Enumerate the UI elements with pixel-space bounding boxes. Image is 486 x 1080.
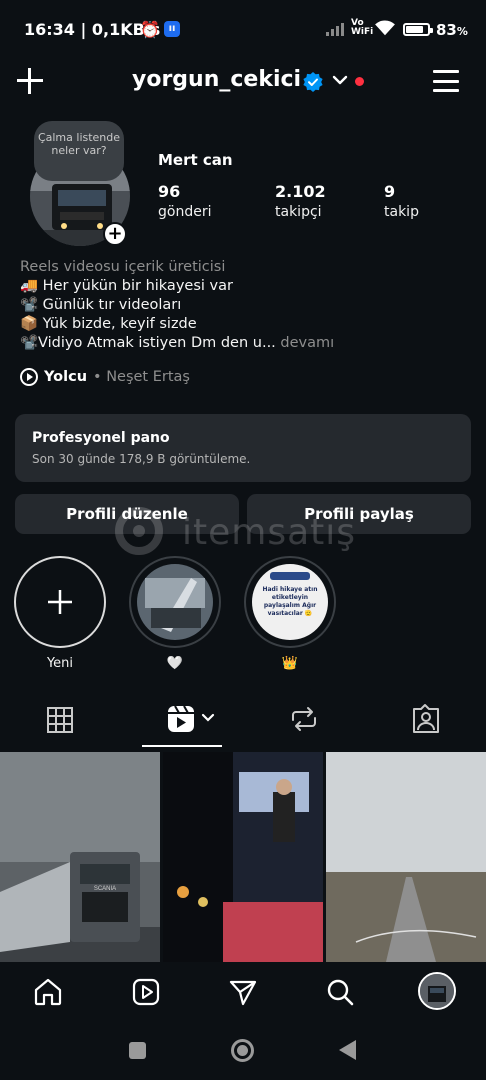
battery-icon	[403, 23, 433, 36]
chevron-down-icon[interactable]	[331, 71, 349, 89]
profile-avatar-nav[interactable]	[418, 972, 456, 1010]
grid-item[interactable]	[326, 752, 486, 962]
professional-dashboard[interactable]: Profesyonel pano Son 30 günde 178,9 B gö…	[15, 414, 471, 482]
plus-icon	[48, 590, 72, 614]
bio-line: 🚚 Her yükün bir hikayesi var	[20, 278, 233, 294]
stat-followers[interactable]: 2.102 takipçi	[275, 182, 326, 220]
stat-following[interactable]: 9 takip	[384, 182, 419, 220]
stat-following-value: 9	[384, 182, 396, 201]
grid-item[interactable]: SCANIA	[0, 752, 160, 962]
verified-badge-icon	[303, 72, 323, 92]
play-icon	[20, 368, 38, 386]
reposts-icon[interactable]	[264, 696, 344, 748]
bottom-nav	[0, 962, 486, 1024]
highlight-ring	[129, 556, 221, 648]
dashboard-title: Profesyonel pano	[32, 430, 170, 446]
note-bubble[interactable]: Çalma listende neler var?	[34, 121, 124, 181]
profile-bio: Reels videosu içerik üreticisi 🚚 Her yük…	[20, 258, 460, 353]
music-artist: • Neşet Ertaş	[93, 369, 190, 385]
battery-percent: 83%	[436, 21, 468, 39]
profile-username[interactable]: yorgun_cekici	[132, 67, 301, 92]
edit-profile-button[interactable]: Profili düzenle	[15, 494, 239, 534]
grid-item[interactable]	[163, 752, 323, 962]
highlight-new-ring	[14, 556, 106, 648]
app-notification-icon: ıı	[164, 21, 180, 37]
profile-full-name: Mert can	[158, 151, 233, 169]
bio-line: 📽️ Günlük tır videoları	[20, 297, 182, 313]
hamburger-menu-icon[interactable]	[433, 70, 459, 92]
send-icon[interactable]	[227, 976, 259, 1008]
grid-item-thumbnail	[326, 752, 486, 962]
stat-followers-label: takipçi	[275, 204, 322, 220]
bio-line-last: 📽️Vidiyo Atmak istiyen Dm den u... devam…	[20, 334, 460, 353]
highlight-ring: Hadi hikaye atın etiketleyin paylaşalım …	[244, 556, 336, 648]
reels-grid: SCANIA	[0, 752, 486, 962]
grid-item-thumbnail: SCANIA	[0, 752, 160, 962]
svg-text:SCANIA: SCANIA	[94, 886, 116, 892]
stat-followers-value: 2.102	[275, 182, 326, 201]
bio-line: 📦 Yük bizde, keyif sizde	[20, 316, 197, 332]
home-icon[interactable]	[32, 976, 64, 1008]
reels-icon[interactable]	[130, 976, 162, 1008]
stat-posts-label: gönderi	[158, 204, 212, 220]
highlight-heart[interactable]: 🤍	[128, 556, 222, 671]
share-profile-button[interactable]: Profili paylaş	[247, 494, 471, 534]
dashboard-subtitle: Son 30 günde 178,9 B görüntüleme.	[32, 452, 251, 466]
highlight-label: 👑	[281, 656, 299, 671]
cell-signal-icon	[326, 22, 344, 36]
grid-item-thumbnail	[163, 752, 323, 962]
home-button-dot	[237, 1045, 248, 1056]
add-story-icon[interactable]: +	[103, 222, 127, 246]
stat-posts[interactable]: 96 gönderi	[158, 182, 211, 220]
wifi-icon	[375, 20, 395, 36]
highlight-label: Yeni	[46, 656, 74, 671]
highlight-cover-photo	[137, 564, 213, 640]
profile-header: yorgun_cekici	[0, 58, 486, 106]
music-song: Yolcu	[44, 369, 88, 385]
recent-apps-button[interactable]	[129, 1042, 146, 1059]
system-nav-bar	[0, 1024, 486, 1080]
highlight-label: 🤍	[166, 656, 184, 671]
back-button[interactable]	[339, 1040, 356, 1060]
stat-following-label: takip	[384, 204, 419, 220]
plus-icon[interactable]	[16, 67, 44, 95]
highlight-crown[interactable]: Hadi hikaye atın etiketleyin paylaşalım …	[243, 556, 337, 671]
highlight-cover-text: Hadi hikaye atın etiketleyin paylaşalım …	[262, 586, 318, 617]
reels-icon[interactable]	[142, 696, 222, 748]
profile-tabs	[0, 696, 486, 748]
grid-icon[interactable]	[20, 696, 100, 748]
status-bar: 16:34 | 0,1KB/s ⏰ ıı Vo WiFi 83%	[0, 0, 486, 58]
profile-music[interactable]: Yolcu • Neşet Ertaş	[20, 368, 190, 386]
tagged-icon[interactable]	[386, 696, 466, 748]
search-icon[interactable]	[324, 976, 356, 1008]
bio-more-link[interactable]: devamı	[280, 335, 334, 351]
volte-wifi-label: Vo WiFi	[351, 18, 374, 37]
avatar-thumbnail	[420, 974, 454, 1008]
notification-dot	[355, 77, 364, 86]
highlight-new[interactable]: Yeni	[13, 556, 107, 671]
stat-posts-value: 96	[158, 182, 181, 201]
alarm-icon: ⏰	[140, 20, 160, 39]
bio-line-text: 📽️Vidiyo Atmak istiyen Dm den u...	[20, 335, 276, 351]
active-tab-indicator	[142, 745, 222, 747]
bio-category: Reels videosu içerik üreticisi	[20, 259, 226, 275]
